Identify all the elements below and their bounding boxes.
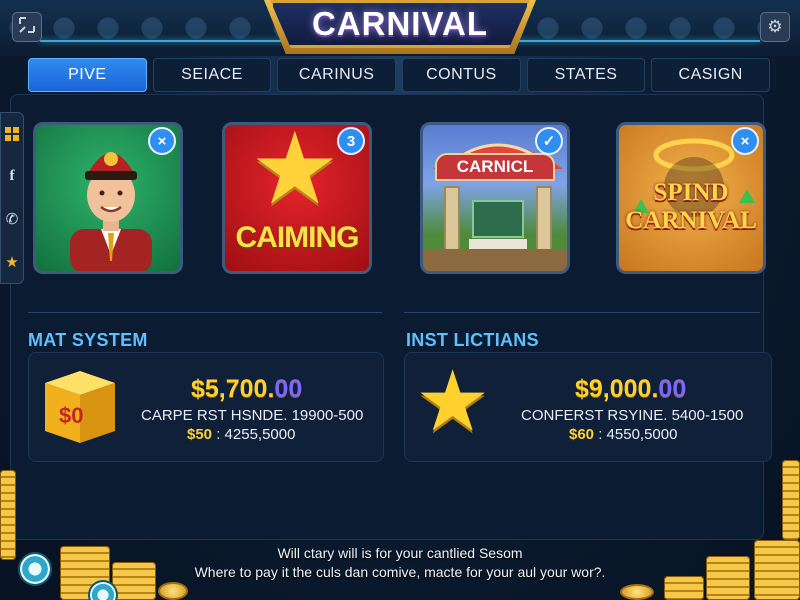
stat-box-right: ★ $9,000.00 CONFERST RSYINE. 5400-1500 $… <box>404 352 772 462</box>
section-divider-right <box>404 312 760 313</box>
tab-contus[interactable]: CONTUS <box>402 58 521 92</box>
conductor-illustration <box>70 152 152 271</box>
stat-amount-left: $5,700.00 <box>191 375 302 404</box>
tab-carinus[interactable]: CARINUS <box>277 58 397 92</box>
phone-icon[interactable]: ✆ <box>2 209 22 229</box>
stat-line-2-amount: $50 <box>187 426 213 443</box>
stat-line-1-right: CONFERST RSYINE. 5400-1500 <box>521 407 744 424</box>
card-close-badge[interactable]: × <box>148 127 176 155</box>
card-title: CARNICL <box>435 153 555 181</box>
card-count-badge[interactable]: 3 <box>337 127 365 155</box>
stat-line-2-rest: : 4550,5000 <box>598 426 678 443</box>
stat-line-2-amount: $60 <box>569 426 595 443</box>
star-icon: ★ <box>415 354 491 448</box>
game-card-carnicl[interactable]: CARNICL ✓ <box>420 122 570 274</box>
star-icon[interactable]: ★ <box>2 252 22 272</box>
tab-bar: PIVE SEIACE CARINUS CONTUS STATES CASIGN <box>28 58 771 92</box>
gold-star-icon: ★ <box>250 122 340 225</box>
title-plaque: CARNIVAL <box>270 0 530 48</box>
amount-cents: 00 <box>274 375 303 403</box>
card-title-line1: SPIND <box>653 179 729 206</box>
card-close-badge[interactable]: × <box>731 127 759 155</box>
coin <box>158 582 188 600</box>
footer-line-2: Where to pay it the culs dan comive, mac… <box>194 564 606 580</box>
game-card-conductor[interactable]: × <box>33 122 183 274</box>
tab-pive[interactable]: PIVE <box>28 58 147 92</box>
close-icon: × <box>740 132 750 150</box>
fullscreen-button[interactable] <box>12 12 42 42</box>
game-card-spind-carnival[interactable]: SPIND CARNIVAL × <box>616 122 766 274</box>
tab-seiace[interactable]: SEIACE <box>152 58 272 92</box>
tab-casign[interactable]: CASIGN <box>651 58 771 92</box>
section-heading-right: INST LICTIANS <box>406 330 539 350</box>
coin <box>620 584 654 600</box>
stat-line-2-right: $60 : 4550,5000 <box>569 426 677 443</box>
amount-main: $5,700. <box>191 375 275 403</box>
section-heading-left: MAT SYSTEM <box>28 330 148 350</box>
close-icon: × <box>157 132 167 150</box>
page-title: CARNIVAL <box>311 5 489 42</box>
card-title-block: SPIND CARNIVAL <box>619 179 763 235</box>
stat-line-1-left: CARPE RST HSNDE. 19900-500 <box>141 407 364 424</box>
windows-icon[interactable] <box>2 124 22 144</box>
count-badge: 3 <box>346 132 356 150</box>
amount-main: $9,000. <box>575 375 659 403</box>
side-rail: f ✆ ★ <box>0 112 24 284</box>
tab-states[interactable]: STATES <box>526 58 646 92</box>
gear-icon: ⚙ <box>767 17 783 36</box>
coin-stack <box>782 460 800 540</box>
stat-line-2-left: $50 : 4255,5000 <box>187 426 295 443</box>
section-divider-left <box>28 312 382 313</box>
card-title-line2: CARNIVAL <box>625 207 757 234</box>
stat-line-2-rest: : 4255,5000 <box>216 426 296 443</box>
card-check-badge[interactable]: ✓ <box>535 127 563 155</box>
check-icon: ✓ <box>542 133 556 150</box>
stat-amount-right: $9,000.00 <box>575 375 686 404</box>
facebook-icon[interactable]: f <box>2 167 22 187</box>
footer-line-1: Will ctary will is for your cantlied Ses… <box>277 545 523 561</box>
fullscreen-icon <box>18 16 36 39</box>
coin-box-label: $0 <box>59 403 84 428</box>
game-card-caiming[interactable]: ★ CAIMING 3 <box>222 122 372 274</box>
card-title: CAIMING <box>235 221 360 254</box>
stat-box-left: $0 $5,700.00 CARPE RST HSNDE. 19900-500 … <box>28 352 384 462</box>
settings-button[interactable]: ⚙ <box>760 12 790 42</box>
amount-cents: 00 <box>658 375 687 403</box>
